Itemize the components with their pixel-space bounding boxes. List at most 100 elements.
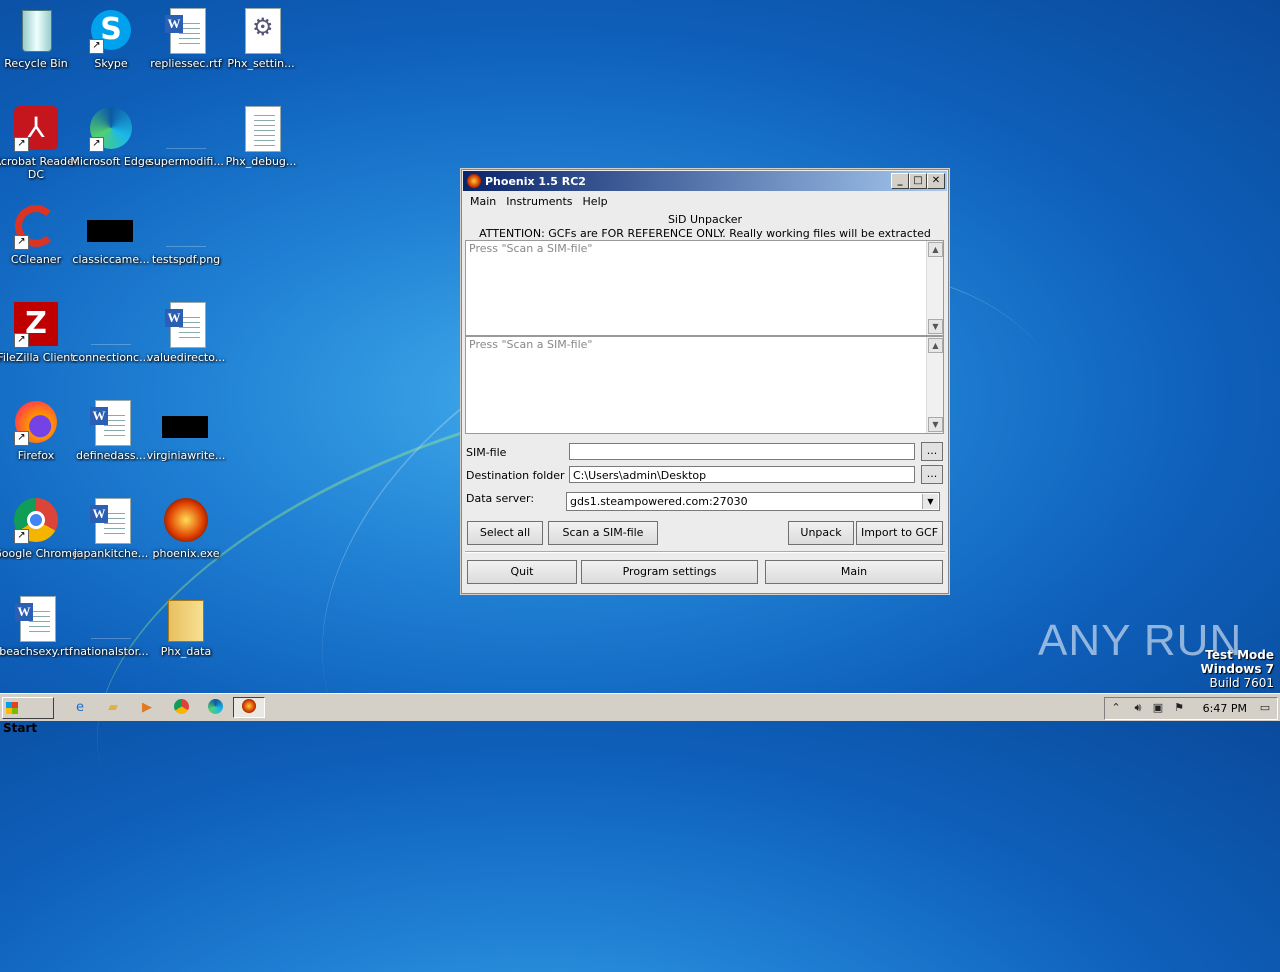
volume-icon[interactable]: 🔊︎	[1130, 700, 1146, 716]
recycle-bin-icon	[12, 6, 60, 54]
desktop-icon-word-doc[interactable]: Wvaluedirecto...	[138, 300, 234, 364]
chrome-icon[interactable]	[171, 698, 191, 718]
desktop-icon-blank-file[interactable]: testspdf.png	[138, 202, 234, 266]
desktop-icon-label: virginiawrite...	[146, 449, 226, 462]
desktop-icon-phoenix[interactable]: phoenix.exe	[138, 496, 234, 560]
maximize-button[interactable]: □	[909, 173, 927, 189]
destination-browse-button[interactable]: ...	[921, 465, 943, 484]
desktop-icon-label: Phx_debug...	[225, 155, 297, 168]
blank-file-icon	[87, 594, 135, 642]
scroll-up-icon[interactable]: ▲	[928, 242, 943, 257]
list-placeholder: Press "Scan a SIM-file"	[469, 242, 593, 255]
shortcut-arrow-icon: ↗	[89, 137, 104, 152]
window-titlebar[interactable]: Phoenix 1.5 RC2 _ □ ✕	[463, 171, 947, 191]
shortcut-arrow-icon: ↗	[14, 529, 29, 544]
shortcut-arrow-icon: ↗	[14, 235, 29, 250]
desktop-icon-folder[interactable]: Phx_data	[138, 594, 234, 658]
scroll-down-icon[interactable]: ▼	[928, 417, 943, 432]
desktop-icon-label: testspdf.png	[151, 253, 221, 266]
black-image-icon	[162, 398, 210, 446]
word-doc-icon: W	[162, 6, 210, 54]
word-doc-icon: W	[12, 594, 60, 642]
desktop-icon-black-image[interactable]: virginiawrite...	[138, 398, 234, 462]
scan-sim-file-button[interactable]: Scan a SIM-file	[548, 521, 658, 545]
data-server-label: Data server:	[466, 492, 535, 505]
files-list-bottom[interactable]: Press "Scan a SIM-file" ▲ ▼	[465, 336, 944, 434]
quit-button[interactable]: Quit	[467, 560, 577, 584]
word-doc-icon: W	[87, 398, 135, 446]
desktop-icon-settings-file[interactable]: ⚙ Phx_settin...	[213, 6, 309, 70]
action-center-flag-icon[interactable]: ⚑	[1171, 700, 1187, 716]
window-title: Phoenix 1.5 RC2	[485, 174, 586, 188]
start-label: Start	[3, 721, 38, 735]
ccleaner-icon: ↗	[12, 202, 60, 250]
show-hidden-icons-icon[interactable]: ⌃	[1108, 700, 1124, 716]
folder-icon	[162, 594, 210, 642]
blank-file-icon	[162, 202, 210, 250]
close-button[interactable]: ✕	[927, 173, 945, 189]
filezilla-icon: Z ↗	[12, 300, 60, 348]
divider	[465, 551, 945, 553]
chrome-icon: ↗	[12, 496, 60, 544]
shortcut-arrow-icon: ↗	[14, 431, 29, 446]
sim-file-browse-button[interactable]: ...	[921, 442, 943, 461]
test-mode-watermark: Test Mode Windows 7 Build 7601	[1201, 648, 1274, 690]
shortcut-arrow-icon: ↗	[14, 333, 29, 348]
windows-flag-icon	[6, 702, 18, 714]
scrollbar[interactable]: ▲ ▼	[926, 337, 943, 433]
menu-bar: Main Instruments Help	[462, 192, 948, 210]
desktop-icon-label: phoenix.exe	[152, 547, 220, 560]
destination-folder-input[interactable]: C:\Users\admin\Desktop	[569, 466, 915, 483]
menu-main[interactable]: Main	[465, 195, 501, 208]
start-button[interactable]: Start	[2, 697, 54, 735]
internet-explorer-icon[interactable]: e	[70, 698, 90, 718]
scrollbar[interactable]: ▲ ▼	[926, 241, 943, 335]
menu-help[interactable]: Help	[578, 195, 613, 208]
system-tray: ⌃ 🔊︎ ▣ ⚑ 6:47 PM ▭	[1104, 697, 1278, 720]
network-icon[interactable]: ▣	[1150, 700, 1166, 716]
scroll-down-icon[interactable]: ▼	[928, 319, 943, 334]
select-all-button[interactable]: Select all	[467, 521, 543, 545]
skype-icon: S ↗	[87, 6, 135, 54]
acrobat-icon: ⅄ ↗	[12, 104, 60, 152]
black-image-icon	[87, 202, 135, 250]
blank-file-icon	[87, 300, 135, 348]
watermark-line: Build 7601	[1209, 676, 1274, 690]
desktop-icon-label: Phx_data	[160, 645, 212, 658]
menu-instruments[interactable]: Instruments	[501, 195, 577, 208]
unpack-button[interactable]: Unpack	[788, 521, 854, 545]
minimize-button[interactable]: _	[891, 173, 909, 189]
destination-folder-label: Destination folder	[466, 469, 565, 482]
media-player-icon[interactable]: ▶	[137, 698, 157, 718]
files-list-top[interactable]: Press "Scan a SIM-file" ▲ ▼	[465, 240, 944, 336]
shortcut-arrow-icon: ↗	[14, 137, 29, 152]
phoenix-window: Phoenix 1.5 RC2 _ □ ✕ Main Instruments H…	[461, 169, 949, 594]
watermark-line: Windows 7	[1200, 662, 1274, 676]
clock[interactable]: 6:47 PM	[1203, 698, 1247, 719]
desktop-icon-text-file[interactable]: Phx_debug...	[213, 104, 309, 168]
program-settings-button[interactable]: Program settings	[581, 560, 758, 584]
data-server-select[interactable]: gds1.steampowered.com:27030 ▼	[566, 492, 940, 511]
phoenix-taskbar-button[interactable]	[233, 697, 265, 718]
data-server-value: gds1.steampowered.com:27030	[570, 495, 748, 508]
show-desktop-icon[interactable]: ▭	[1257, 700, 1273, 716]
file-explorer-icon[interactable]: ▰	[103, 698, 123, 718]
edge-icon[interactable]	[205, 698, 225, 718]
sim-file-label: SIM-file	[466, 446, 507, 459]
sim-file-input[interactable]	[569, 443, 915, 460]
desktop-icon-label: valuedirecto...	[146, 351, 226, 364]
word-doc-icon: W	[87, 496, 135, 544]
phoenix-icon	[162, 496, 210, 544]
text-file-icon	[237, 104, 285, 152]
watermark-line: Test Mode	[1205, 648, 1274, 662]
taskbar: Start e ▰ ▶ ⌃ 🔊︎ ▣ ⚑ 6:47 PM ▭	[0, 693, 1280, 735]
chevron-down-icon[interactable]: ▼	[922, 494, 938, 509]
phoenix-app-icon	[467, 174, 481, 188]
import-to-gcf-button[interactable]: Import to GCF	[856, 521, 943, 545]
list-placeholder: Press "Scan a SIM-file"	[469, 338, 593, 351]
scroll-up-icon[interactable]: ▲	[928, 338, 943, 353]
settings-file-icon: ⚙	[237, 6, 285, 54]
main-button[interactable]: Main	[765, 560, 943, 584]
section-heading: SiD Unpacker	[667, 213, 743, 226]
desktop-icon-label: Phx_settin...	[227, 57, 295, 70]
